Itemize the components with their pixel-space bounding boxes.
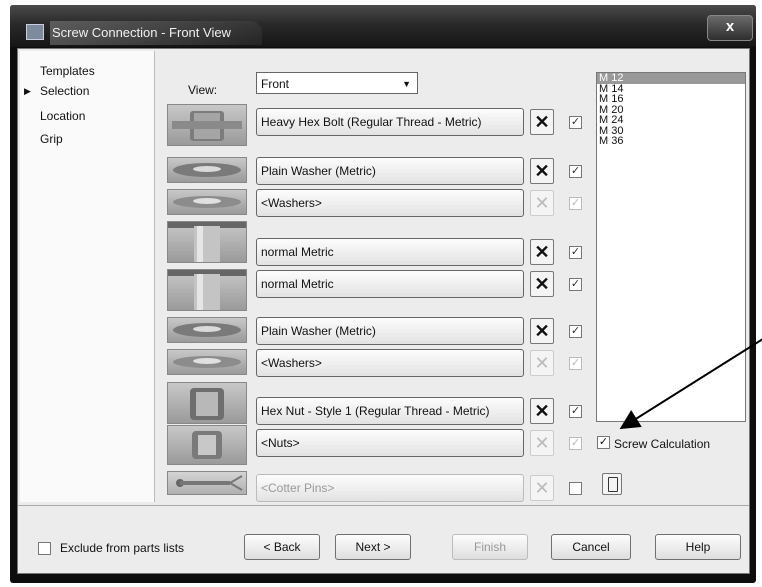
dialog-client-area: Templates ▶ Selection Location Grip View… (17, 48, 750, 574)
size-list-item[interactable]: M 16 (597, 94, 745, 105)
part-button-lower-washer[interactable]: Plain Washer (Metric) (256, 317, 524, 345)
selection-panel: View: Front ▼ Heavy Hex Bolt (Regular Th… (156, 51, 746, 502)
size-list-item[interactable]: M 36 (597, 136, 745, 147)
cancel-button[interactable]: Cancel (551, 534, 631, 560)
hole-2-checkbox[interactable]: ✓ (569, 278, 582, 291)
part-button-nuts-placeholder[interactable]: <Nuts> (256, 429, 524, 457)
chevron-down-icon: ▼ (402, 79, 411, 89)
size-list-item[interactable]: M 12 (597, 73, 745, 84)
part-button-hole-1[interactable]: normal Metric (256, 238, 524, 266)
part-button-washers-placeholder[interactable]: <Washers> (256, 189, 524, 217)
view-label: View: (188, 83, 218, 97)
calculator-button[interactable] (602, 473, 622, 495)
screw-calculation-label: Screw Calculation (614, 437, 711, 451)
finish-button[interactable]: Finish (452, 534, 528, 560)
nav-item-location[interactable]: Location (40, 109, 85, 123)
hole-thumbnail[interactable] (167, 269, 247, 311)
hole-thumbnail[interactable] (167, 221, 247, 263)
size-list-item[interactable]: M 24 (597, 115, 745, 126)
remove-bolt-button[interactable]: ✕ (530, 109, 554, 135)
remove-cotter-pins-button[interactable]: ✕ (530, 475, 554, 501)
view-dropdown-value: Front (261, 77, 290, 91)
nav-item-selection[interactable]: Selection (40, 84, 89, 98)
exclude-from-parts-lists-label: Exclude from parts lists (60, 541, 185, 555)
remove-washer-button[interactable]: ✕ (530, 158, 554, 184)
washers-placeholder-thumbnail[interactable] (167, 349, 247, 375)
washer-thumbnail[interactable] (167, 317, 247, 343)
hole-1-checkbox[interactable]: ✓ (569, 246, 582, 259)
nav-item-templates[interactable]: Templates (40, 64, 95, 78)
dialog-window: Screw Connection - Front View x Template… (10, 5, 756, 583)
hex-nut-checkbox[interactable]: ✓ (569, 405, 582, 418)
nuts-placeholder-thumbnail[interactable] (167, 425, 247, 465)
current-step-arrow-icon: ▶ (24, 86, 31, 96)
next-button[interactable]: Next > (335, 534, 411, 560)
window-title: Screw Connection - Front View (50, 21, 262, 45)
nut-thumbnail[interactable] (167, 382, 247, 424)
app-icon (26, 24, 44, 40)
remove-hex-nut-button[interactable]: ✕ (530, 398, 554, 424)
calculator-icon (608, 477, 618, 492)
bolt-checkbox[interactable]: ✓ (569, 116, 582, 129)
remove-hole-2-button[interactable]: ✕ (530, 271, 554, 297)
part-button-washer[interactable]: Plain Washer (Metric) (256, 157, 524, 185)
part-button-bolt[interactable]: Heavy Hex Bolt (Regular Thread - Metric) (256, 108, 524, 136)
bolt-thumbnail[interactable] (167, 104, 247, 146)
footer-divider (18, 505, 749, 506)
view-dropdown[interactable]: Front ▼ (256, 72, 418, 94)
washer-thumbnail[interactable] (167, 157, 247, 183)
remove-lower-washer-button[interactable]: ✕ (530, 318, 554, 344)
washer-checkbox[interactable]: ✓ (569, 165, 582, 178)
washers-placeholder-checkbox[interactable]: ✓ (569, 197, 582, 210)
nav-item-grip[interactable]: Grip (40, 132, 63, 146)
size-list[interactable]: M 12 M 14 M 16 M 20 M 24 M 30 M 36 (596, 72, 746, 422)
remove-hole-1-button[interactable]: ✕ (530, 239, 554, 265)
close-button[interactable]: x (707, 15, 753, 41)
lower-washers-placeholder-checkbox[interactable]: ✓ (569, 357, 582, 370)
exclude-from-parts-lists-checkbox[interactable] (38, 542, 51, 555)
cotter-pins-checkbox[interactable] (569, 482, 582, 495)
part-button-hole-2[interactable]: normal Metric (256, 270, 524, 298)
title-bar[interactable]: Screw Connection - Front View x (10, 5, 756, 47)
part-button-cotter-pins[interactable]: <Cotter Pins> (256, 474, 524, 502)
lower-washer-checkbox[interactable]: ✓ (569, 325, 582, 338)
washers-placeholder-thumbnail[interactable] (167, 189, 247, 215)
remove-washers-placeholder-button[interactable]: ✕ (530, 190, 554, 216)
nuts-placeholder-checkbox[interactable]: ✓ (569, 437, 582, 450)
screw-calculation-checkbox[interactable]: ✓ (597, 436, 610, 449)
part-button-hex-nut[interactable]: Hex Nut - Style 1 (Regular Thread - Metr… (256, 397, 524, 425)
remove-lower-washers-placeholder-button[interactable]: ✕ (530, 350, 554, 376)
part-button-lower-washers-placeholder[interactable]: <Washers> (256, 349, 524, 377)
remove-nuts-placeholder-button[interactable]: ✕ (530, 430, 554, 456)
cotter-pin-thumbnail[interactable] (167, 471, 247, 495)
help-button[interactable]: Help (655, 534, 741, 560)
back-button[interactable]: < Back (244, 534, 320, 560)
wizard-nav: Templates ▶ Selection Location Grip (20, 51, 155, 502)
